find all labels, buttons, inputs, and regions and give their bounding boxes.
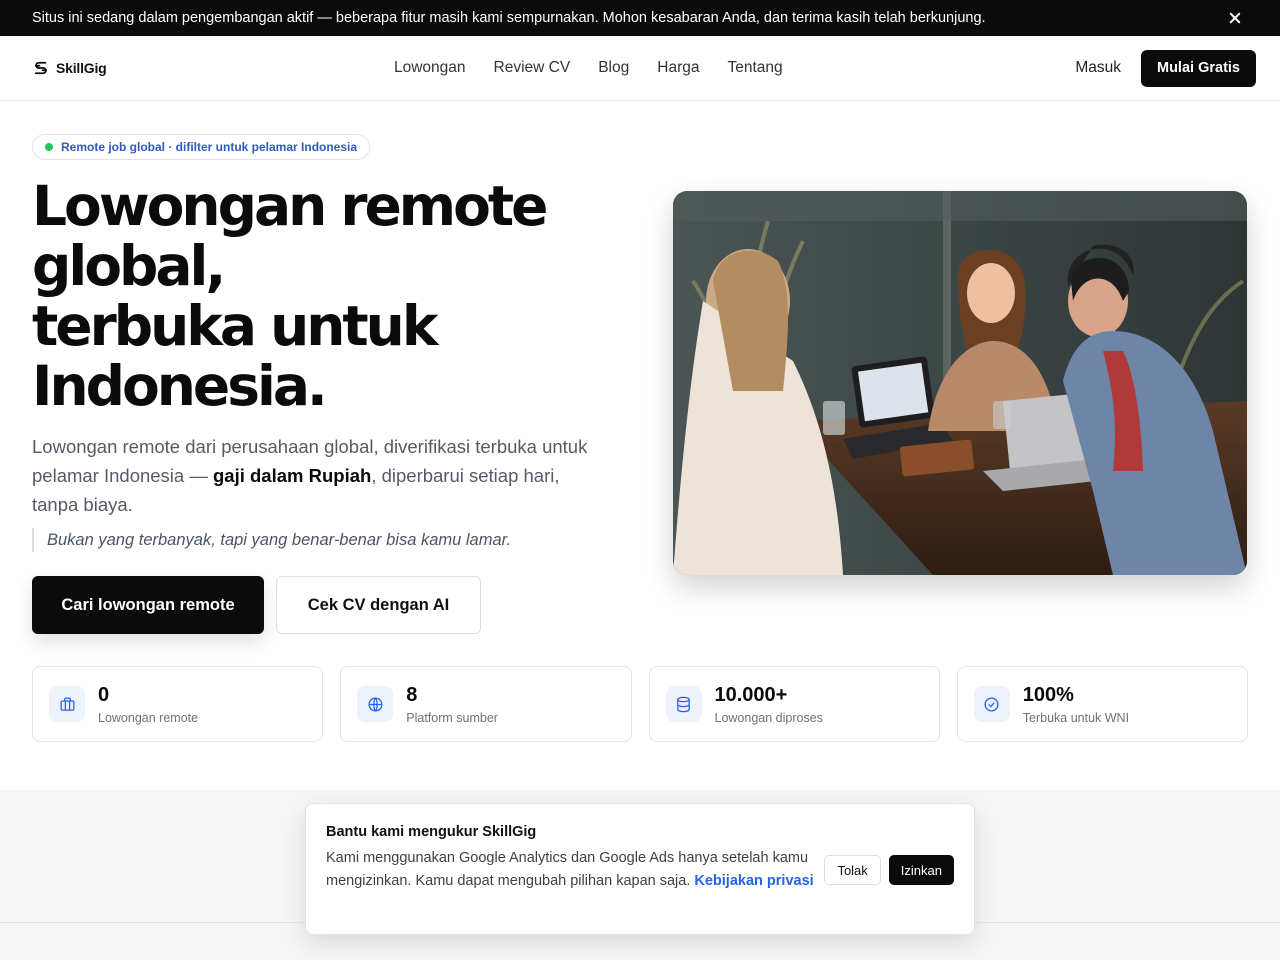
nav-item-lowongan[interactable]: Lowongan (394, 59, 466, 77)
stat-card: 100% Terbuka untuk WNI (956, 666, 1248, 742)
status-dot-icon (45, 143, 53, 151)
nav-item-blog[interactable]: Blog (598, 59, 629, 77)
stat-text: 10.000+ Lowongan diproses (715, 684, 823, 725)
page-title-line: terbuka untuk (32, 294, 438, 358)
hero-badge: Remote job global · difilter untuk pelam… (32, 134, 371, 160)
stat-value: 8 (406, 683, 418, 706)
hero-description: Lowongan remote dari perusahaan global, … (32, 432, 592, 519)
cookie-actions: Tolak Izinkan (824, 855, 954, 885)
stat-card: 8 Platform sumber (340, 666, 632, 742)
logo-text: SkillGig (56, 60, 107, 76)
page-title-line: global, (32, 234, 226, 298)
nav-item-review-cv[interactable]: Review CV (494, 59, 571, 77)
stat-label: Platform sumber (406, 710, 498, 725)
page-title-line: Indonesia. (32, 354, 328, 418)
nav-item-tentang[interactable]: Tentang (727, 59, 782, 77)
globe-icon (357, 686, 394, 722)
search-remote-jobs-button[interactable]: Cari lowongan remote (32, 576, 264, 634)
main-nav: Lowongan Review CV Blog Harga Tentang (394, 36, 783, 100)
decline-button[interactable]: Tolak (824, 855, 881, 885)
check-cv-ai-button[interactable]: Cek CV dengan AI (276, 576, 481, 634)
hero-image (673, 191, 1247, 575)
hero-quote: Bukan yang terbanyak, tapi yang benar-be… (32, 528, 511, 552)
stat-label: Lowongan diproses (714, 710, 823, 725)
allow-button[interactable]: Izinkan (888, 855, 954, 885)
check-circle-icon (973, 686, 1010, 722)
cookie-text: Kami menggunakan Google Analytics dan Go… (326, 847, 818, 892)
stat-text: 100% Terbuka untuk WNI (1023, 684, 1129, 725)
announcement-bar: Situs ini sedang dalam pengembangan akti… (0, 0, 1280, 36)
stat-label: Terbuka untuk WNI (1022, 710, 1130, 725)
stat-value: 0 (98, 683, 110, 706)
skillgig-logo-icon (34, 61, 48, 75)
cookie-consent-dialog: Bantu kami mengukur SkillGig Kami menggu… (305, 803, 975, 935)
stat-value: 100% (1022, 683, 1074, 706)
header-actions: Masuk Mulai Gratis (1075, 36, 1256, 100)
briefcase-icon (49, 686, 85, 722)
nav-item-harga[interactable]: Harga (657, 59, 699, 77)
stat-card: 0 Lowongan remote (32, 666, 324, 742)
stat-card: 10.000+ Lowongan diproses (648, 666, 940, 742)
stat-text: 8 Platform sumber (406, 684, 498, 725)
logo[interactable]: SkillGig (32, 59, 107, 77)
database-icon (665, 686, 702, 722)
page-title: Lowongan remote global, terbuka untuk In… (32, 176, 632, 416)
privacy-policy-link[interactable]: Kebijakan privasi (694, 873, 813, 889)
announcement-text: Situs ini sedang dalam pengembangan akti… (32, 10, 986, 26)
start-free-button[interactable]: Mulai Gratis (1141, 49, 1256, 87)
stat-text: 0 Lowongan remote (98, 684, 198, 725)
login-link[interactable]: Masuk (1075, 59, 1121, 77)
stat-value: 10.000+ (714, 683, 788, 706)
cookie-title: Bantu kami mengukur SkillGig (326, 824, 537, 840)
site-header: SkillGig Lowongan Review CV Blog Harga T… (0, 36, 1280, 101)
hero-badge-text: Remote job global · difilter untuk pelam… (61, 140, 358, 154)
page-title-line: Lowongan remote (32, 174, 549, 238)
close-icon[interactable] (1226, 9, 1244, 27)
hero-desc-bold: gaji dalam Rupiah (213, 465, 372, 486)
stats-row: 0 Lowongan remote 8 Platform sumber 10.0… (32, 666, 1248, 742)
stat-label: Lowongan remote (98, 710, 199, 725)
